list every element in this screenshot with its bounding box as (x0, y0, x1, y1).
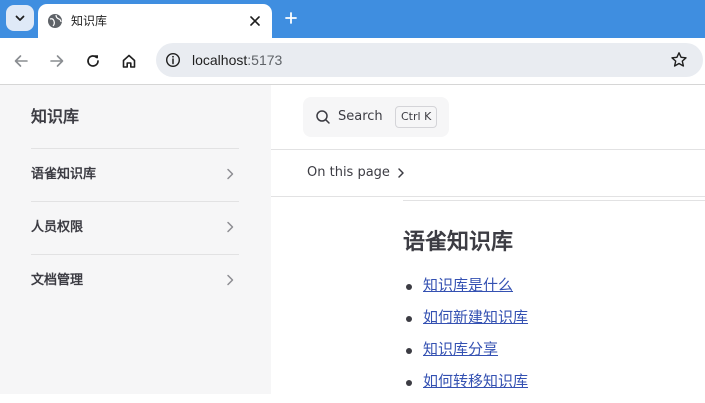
new-tab-button[interactable] (281, 8, 301, 28)
back-button[interactable] (11, 51, 31, 71)
list-item: 知识库分享 (403, 339, 528, 371)
url-text[interactable]: localhost:5173 (192, 51, 282, 69)
chevron-right-icon (227, 274, 234, 286)
list-item: 知识库是什么 (403, 275, 528, 307)
home-button[interactable] (119, 51, 139, 71)
search-shortcut-badge: Ctrl K (395, 106, 438, 128)
star-icon[interactable] (670, 51, 688, 69)
chevron-down-icon (15, 15, 25, 21)
arrow-left-icon (14, 55, 28, 67)
plus-icon (285, 12, 297, 24)
doc-link-list: 知识库是什么 如何新建知识库 知识库分享 如何转移知识库 (403, 275, 528, 403)
tab-title: 知识库 (71, 14, 108, 28)
home-icon (122, 54, 136, 68)
sidebar-item-yuque-knowledge-base[interactable]: 语雀知识库 (31, 148, 239, 202)
doc-link[interactable]: 如何转移知识库 (423, 372, 528, 390)
chevron-right-icon (227, 168, 234, 180)
main-content: Search Ctrl K On this page 语雀知识库 知识库是什么 … (271, 85, 705, 394)
forward-button[interactable] (47, 51, 67, 71)
browser-toolbar: localhost:5173 (0, 38, 705, 85)
sidebar: 知识库 语雀知识库 人员权限 文档管理 (0, 85, 271, 394)
browser-tab-active[interactable]: 知识库 (38, 4, 272, 38)
search-label: Search (338, 109, 383, 124)
chevron-right-icon (398, 168, 404, 178)
sidebar-item-label: 文档管理 (31, 273, 84, 288)
info-icon[interactable] (165, 52, 181, 68)
browser-tabstrip: 知识库 (0, 0, 705, 38)
tab-close-button[interactable] (247, 13, 263, 29)
search-icon (316, 110, 330, 124)
reload-icon (87, 55, 99, 67)
globe-icon (48, 14, 62, 28)
address-bar[interactable]: localhost:5173 (156, 43, 703, 77)
divider (271, 196, 705, 197)
list-item: 如何新建知识库 (403, 307, 528, 339)
arrow-right-icon (50, 55, 64, 67)
reload-button[interactable] (83, 51, 103, 71)
on-this-page-toggle[interactable]: On this page (307, 165, 406, 181)
sidebar-item-label: 人员权限 (31, 220, 84, 235)
sidebar-item-document-management[interactable]: 文档管理 (31, 254, 239, 308)
on-this-page-label: On this page (307, 165, 390, 180)
search-button[interactable]: Search Ctrl K (303, 97, 449, 137)
doc-link[interactable]: 知识库分享 (423, 340, 498, 358)
tab-search-button[interactable] (6, 5, 34, 31)
doc-link[interactable]: 知识库是什么 (423, 276, 513, 294)
divider (271, 149, 705, 150)
close-icon (250, 16, 260, 26)
divider (403, 200, 705, 201)
doc-link[interactable]: 如何新建知识库 (423, 308, 528, 326)
site-title[interactable]: 知识库 (31, 107, 79, 127)
page-title: 语雀知识库 (403, 230, 514, 255)
url-port: :5173 (247, 52, 283, 68)
sidebar-item-label: 语雀知识库 (31, 167, 97, 182)
list-item: 如何转移知识库 (403, 371, 528, 403)
sidebar-item-member-permissions[interactable]: 人员权限 (31, 201, 239, 255)
url-host: localhost (192, 52, 248, 68)
chevron-right-icon (227, 221, 234, 233)
